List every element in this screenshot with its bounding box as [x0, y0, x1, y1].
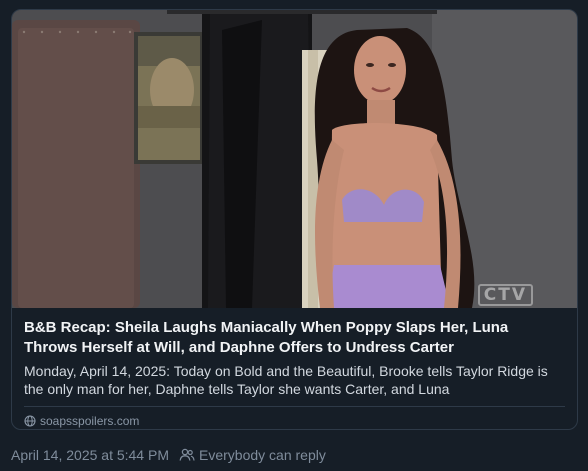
- link-title[interactable]: B&B Recap: Sheila Laughs Maniacally When…: [24, 318, 565, 358]
- link-preview-card[interactable]: CTV B&B Recap: Sheila Laughs Maniacally …: [11, 9, 578, 430]
- post-timestamp[interactable]: April 14, 2025 at 5:44 PM: [11, 447, 169, 463]
- post-meta: April 14, 2025 at 5:44 PM Everybody can …: [11, 447, 326, 463]
- link-description: Monday, April 14, 2025: Today on Bold an…: [24, 363, 548, 397]
- post-page: CTV B&B Recap: Sheila Laughs Maniacally …: [0, 0, 588, 471]
- people-icon: [179, 448, 195, 462]
- network-watermark: CTV: [477, 284, 533, 306]
- link-preview-image[interactable]: CTV: [12, 10, 577, 308]
- scene-illustration: [12, 10, 577, 308]
- reply-setting-label: Everybody can reply: [199, 447, 326, 463]
- link-preview-body: B&B Recap: Sheila Laughs Maniacally When…: [12, 308, 577, 429]
- link-domain-row: soapsspoilers.com: [24, 407, 565, 429]
- link-domain: soapsspoilers.com: [40, 413, 140, 428]
- reply-setting[interactable]: Everybody can reply: [179, 447, 326, 463]
- globe-icon: [24, 414, 36, 427]
